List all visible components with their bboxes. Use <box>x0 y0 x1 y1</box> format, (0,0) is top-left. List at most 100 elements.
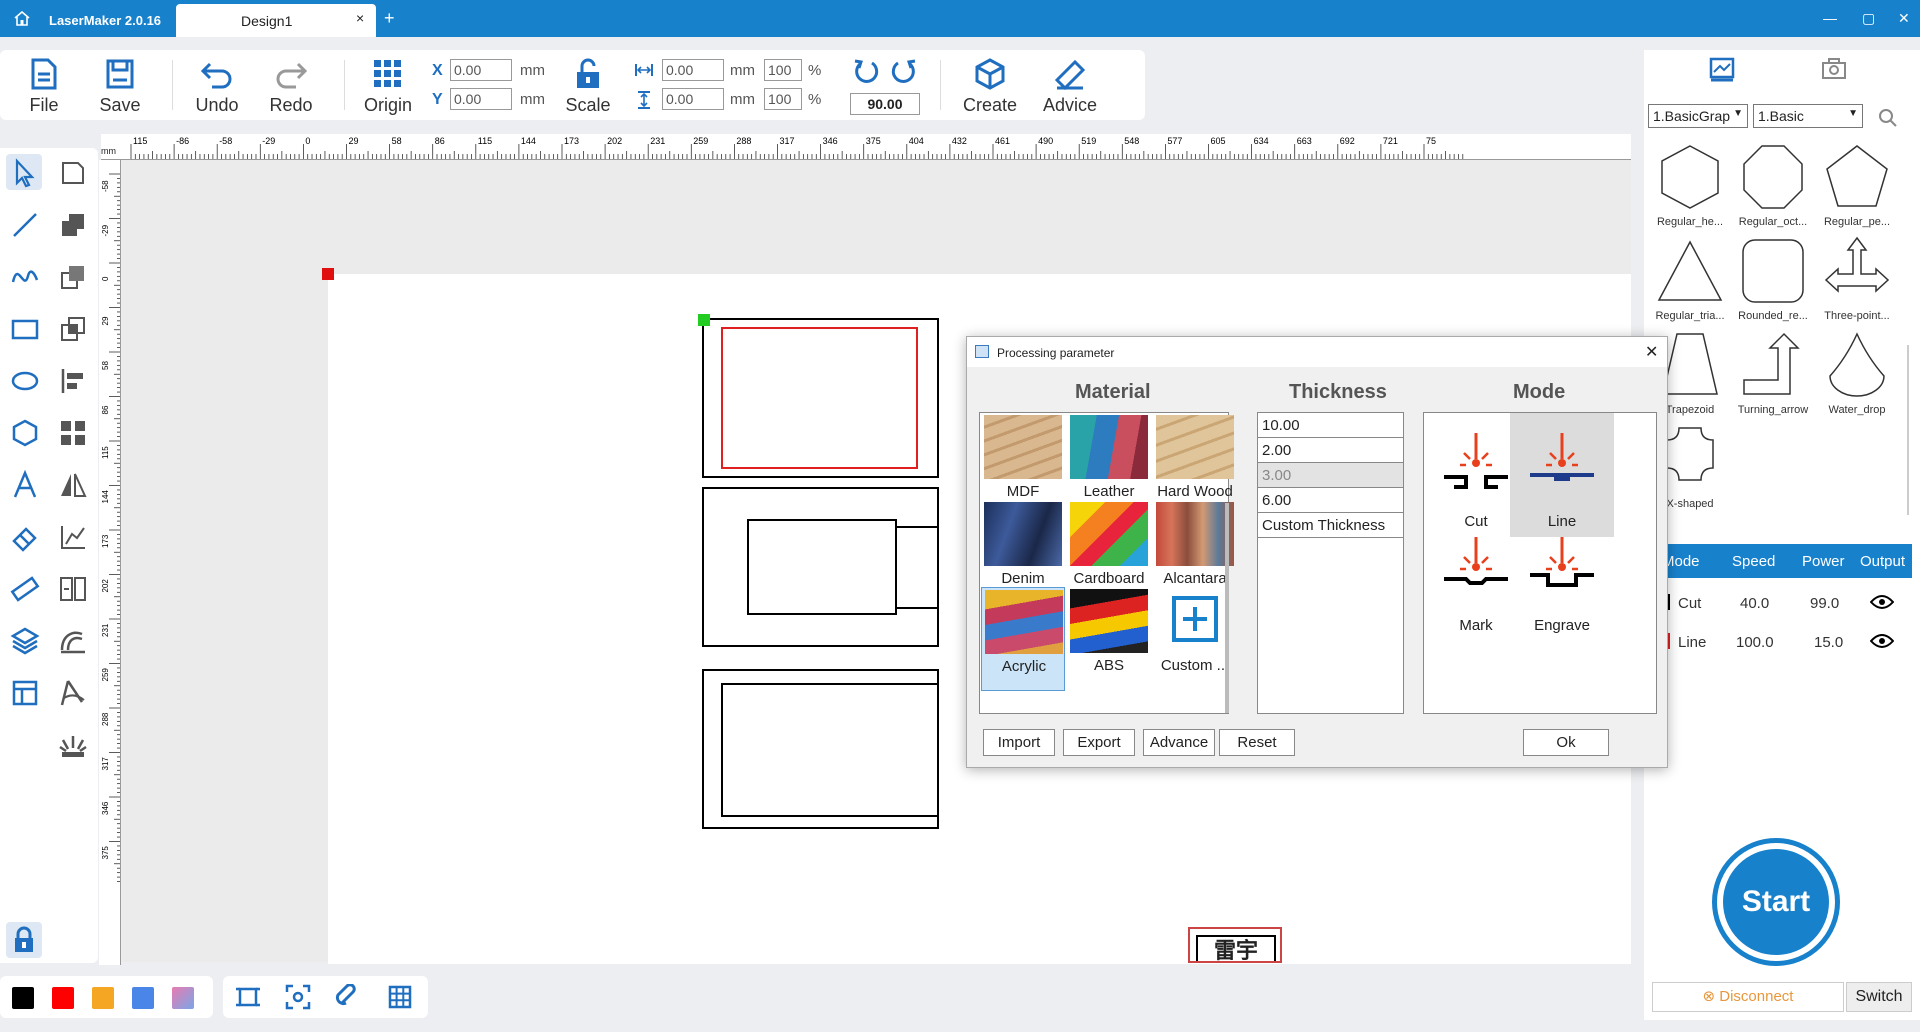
save-button[interactable]: Save <box>96 58 144 116</box>
height-percent-input[interactable] <box>764 88 802 110</box>
redo-button[interactable]: Redo <box>264 58 318 116</box>
align-left-icon[interactable] <box>58 366 88 396</box>
shape-water-drop[interactable]: Water_drop <box>1814 330 1900 416</box>
stamp-logo[interactable]: 雷宇 <box>1188 927 1282 963</box>
ok-button[interactable]: Ok <box>1523 729 1609 756</box>
node-edit-icon[interactable] <box>58 158 88 188</box>
close-window-button[interactable]: ✕ <box>1898 10 1910 27</box>
line-tool-icon[interactable] <box>10 210 40 240</box>
boolean-intersect-icon[interactable] <box>58 314 88 344</box>
eye-icon[interactable] <box>1870 594 1894 610</box>
export-button[interactable]: Export <box>1063 729 1135 756</box>
array-icon[interactable] <box>58 418 88 448</box>
disconnect-status[interactable]: ⊗ Disconnect <box>1652 982 1844 1012</box>
x-position-input[interactable] <box>450 59 512 81</box>
library-scrollbar[interactable] <box>1907 345 1909 515</box>
text-tool-icon[interactable] <box>10 470 40 500</box>
material-abs[interactable]: ABS <box>1067 587 1151 691</box>
create-button[interactable]: Create <box>962 58 1018 116</box>
measure-ruler-icon[interactable] <box>10 574 40 604</box>
shape-regular-pentagon[interactable]: Regular_pe... <box>1814 142 1900 228</box>
color-swatch-blue[interactable] <box>132 987 154 1009</box>
magnet-snap-icon[interactable] <box>335 984 361 1010</box>
shape-regular-octagon[interactable]: Regular_oct... <box>1730 142 1816 228</box>
distribute-icon[interactable] <box>58 574 88 604</box>
advice-button[interactable]: Advice <box>1040 58 1100 116</box>
shape-three-point-arrow[interactable]: Three-point... <box>1814 236 1900 322</box>
thickness-option[interactable]: 2.00 <box>1258 438 1403 463</box>
search-icon[interactable] <box>1878 108 1898 128</box>
lock-toggle-button[interactable] <box>6 922 42 958</box>
mode-engrave[interactable]: Engrave <box>1510 517 1614 641</box>
tab-design1[interactable]: Design1 × <box>176 4 376 37</box>
library-subcategory-select[interactable]: 1.Basic ▼ <box>1753 104 1863 128</box>
advance-button[interactable]: Advance <box>1143 729 1215 756</box>
mirror-icon[interactable] <box>58 470 88 500</box>
color-swatch-red[interactable] <box>52 987 74 1009</box>
color-swatch-black[interactable] <box>12 987 34 1009</box>
ruler-tick-label: 259 <box>693 136 708 146</box>
grid-toggle-icon[interactable] <box>387 984 413 1010</box>
laser-burst-icon[interactable] <box>58 730 88 760</box>
rectangle-tool-icon[interactable] <box>10 314 40 344</box>
chart-tool-icon[interactable] <box>58 522 88 552</box>
ruler-tick-label: 317 <box>101 757 110 771</box>
shape-rounded-rectangle[interactable]: Rounded_re... <box>1730 236 1816 322</box>
thickness-option-selected[interactable]: 3.00 <box>1258 463 1403 488</box>
start-button[interactable]: Start <box>1712 838 1840 966</box>
tab-close-icon[interactable]: × <box>356 10 364 26</box>
y-position-input[interactable] <box>450 88 512 110</box>
thickness-option[interactable]: 6.00 <box>1258 488 1403 513</box>
height-input[interactable] <box>662 88 724 110</box>
zoom-selection-icon[interactable] <box>285 984 311 1010</box>
shape-regular-hexagon[interactable]: Regular_he... <box>1647 142 1733 228</box>
camera-tab-icon[interactable] <box>1820 56 1848 82</box>
scale-lock-button[interactable]: Scale <box>564 58 612 116</box>
shape-regular-triangle[interactable]: Regular_tria... <box>1647 236 1733 322</box>
boolean-subtract-icon[interactable] <box>58 262 88 292</box>
eye-icon[interactable] <box>1870 633 1894 649</box>
select-arrow-icon[interactable] <box>10 158 40 188</box>
dialog-close-button[interactable]: ✕ <box>1645 342 1658 362</box>
maximize-button[interactable]: ▢ <box>1862 10 1875 27</box>
boolean-union-icon[interactable] <box>58 210 88 240</box>
material-scrollbar[interactable] <box>1225 503 1229 713</box>
thickness-option[interactable]: 10.00 <box>1258 413 1403 438</box>
ruler-tick-label: 346 <box>823 136 838 146</box>
curve-tool-icon[interactable] <box>10 262 40 292</box>
undo-button[interactable]: Undo <box>190 58 244 116</box>
width-percent-input[interactable] <box>764 59 802 81</box>
minimize-button[interactable]: — <box>1823 10 1837 26</box>
material-acrylic[interactable]: Acrylic <box>981 587 1065 691</box>
file-button[interactable]: File <box>22 58 66 116</box>
polygon-tool-icon[interactable] <box>10 418 40 448</box>
new-tab-button[interactable]: + <box>384 8 395 29</box>
layers-icon[interactable] <box>10 626 40 656</box>
alcantara-swatch <box>1156 502 1234 566</box>
shape-turning-arrow[interactable]: Turning_arrow <box>1730 330 1816 416</box>
switch-button[interactable]: Switch <box>1846 982 1912 1012</box>
fit-page-icon[interactable] <box>235 984 261 1010</box>
origin-button[interactable]: Origin <box>358 58 418 116</box>
custom-thickness-option[interactable]: Custom Thickness <box>1258 513 1403 538</box>
color-swatch-gradient[interactable] <box>172 987 194 1009</box>
rotate-left-icon[interactable] <box>852 58 880 86</box>
library-category-select[interactable]: 1.BasicGrap ▼ <box>1648 104 1748 128</box>
home-icon[interactable] <box>14 11 30 26</box>
reset-button[interactable]: Reset <box>1219 729 1295 756</box>
ellipse-tool-icon[interactable] <box>10 366 40 396</box>
eraser-icon[interactable] <box>10 522 40 552</box>
color-swatch-orange[interactable] <box>92 987 114 1009</box>
compass-draw-icon[interactable] <box>58 678 88 708</box>
height-unit: mm <box>730 91 755 108</box>
layer-row-cut[interactable]: Cut 40.0 99.0 <box>1656 584 1912 622</box>
shape-library-tab-icon[interactable] <box>1708 56 1736 82</box>
rotate-angle-input[interactable] <box>850 93 920 115</box>
layer-row-line[interactable]: Line 100.0 15.0 <box>1656 623 1912 661</box>
rotate-right-icon[interactable] <box>890 58 918 86</box>
design-drawing[interactable] <box>690 310 950 840</box>
layout-panel-icon[interactable] <box>10 678 40 708</box>
import-button[interactable]: Import <box>983 729 1055 756</box>
offset-icon[interactable] <box>58 626 88 656</box>
width-input[interactable] <box>662 59 724 81</box>
